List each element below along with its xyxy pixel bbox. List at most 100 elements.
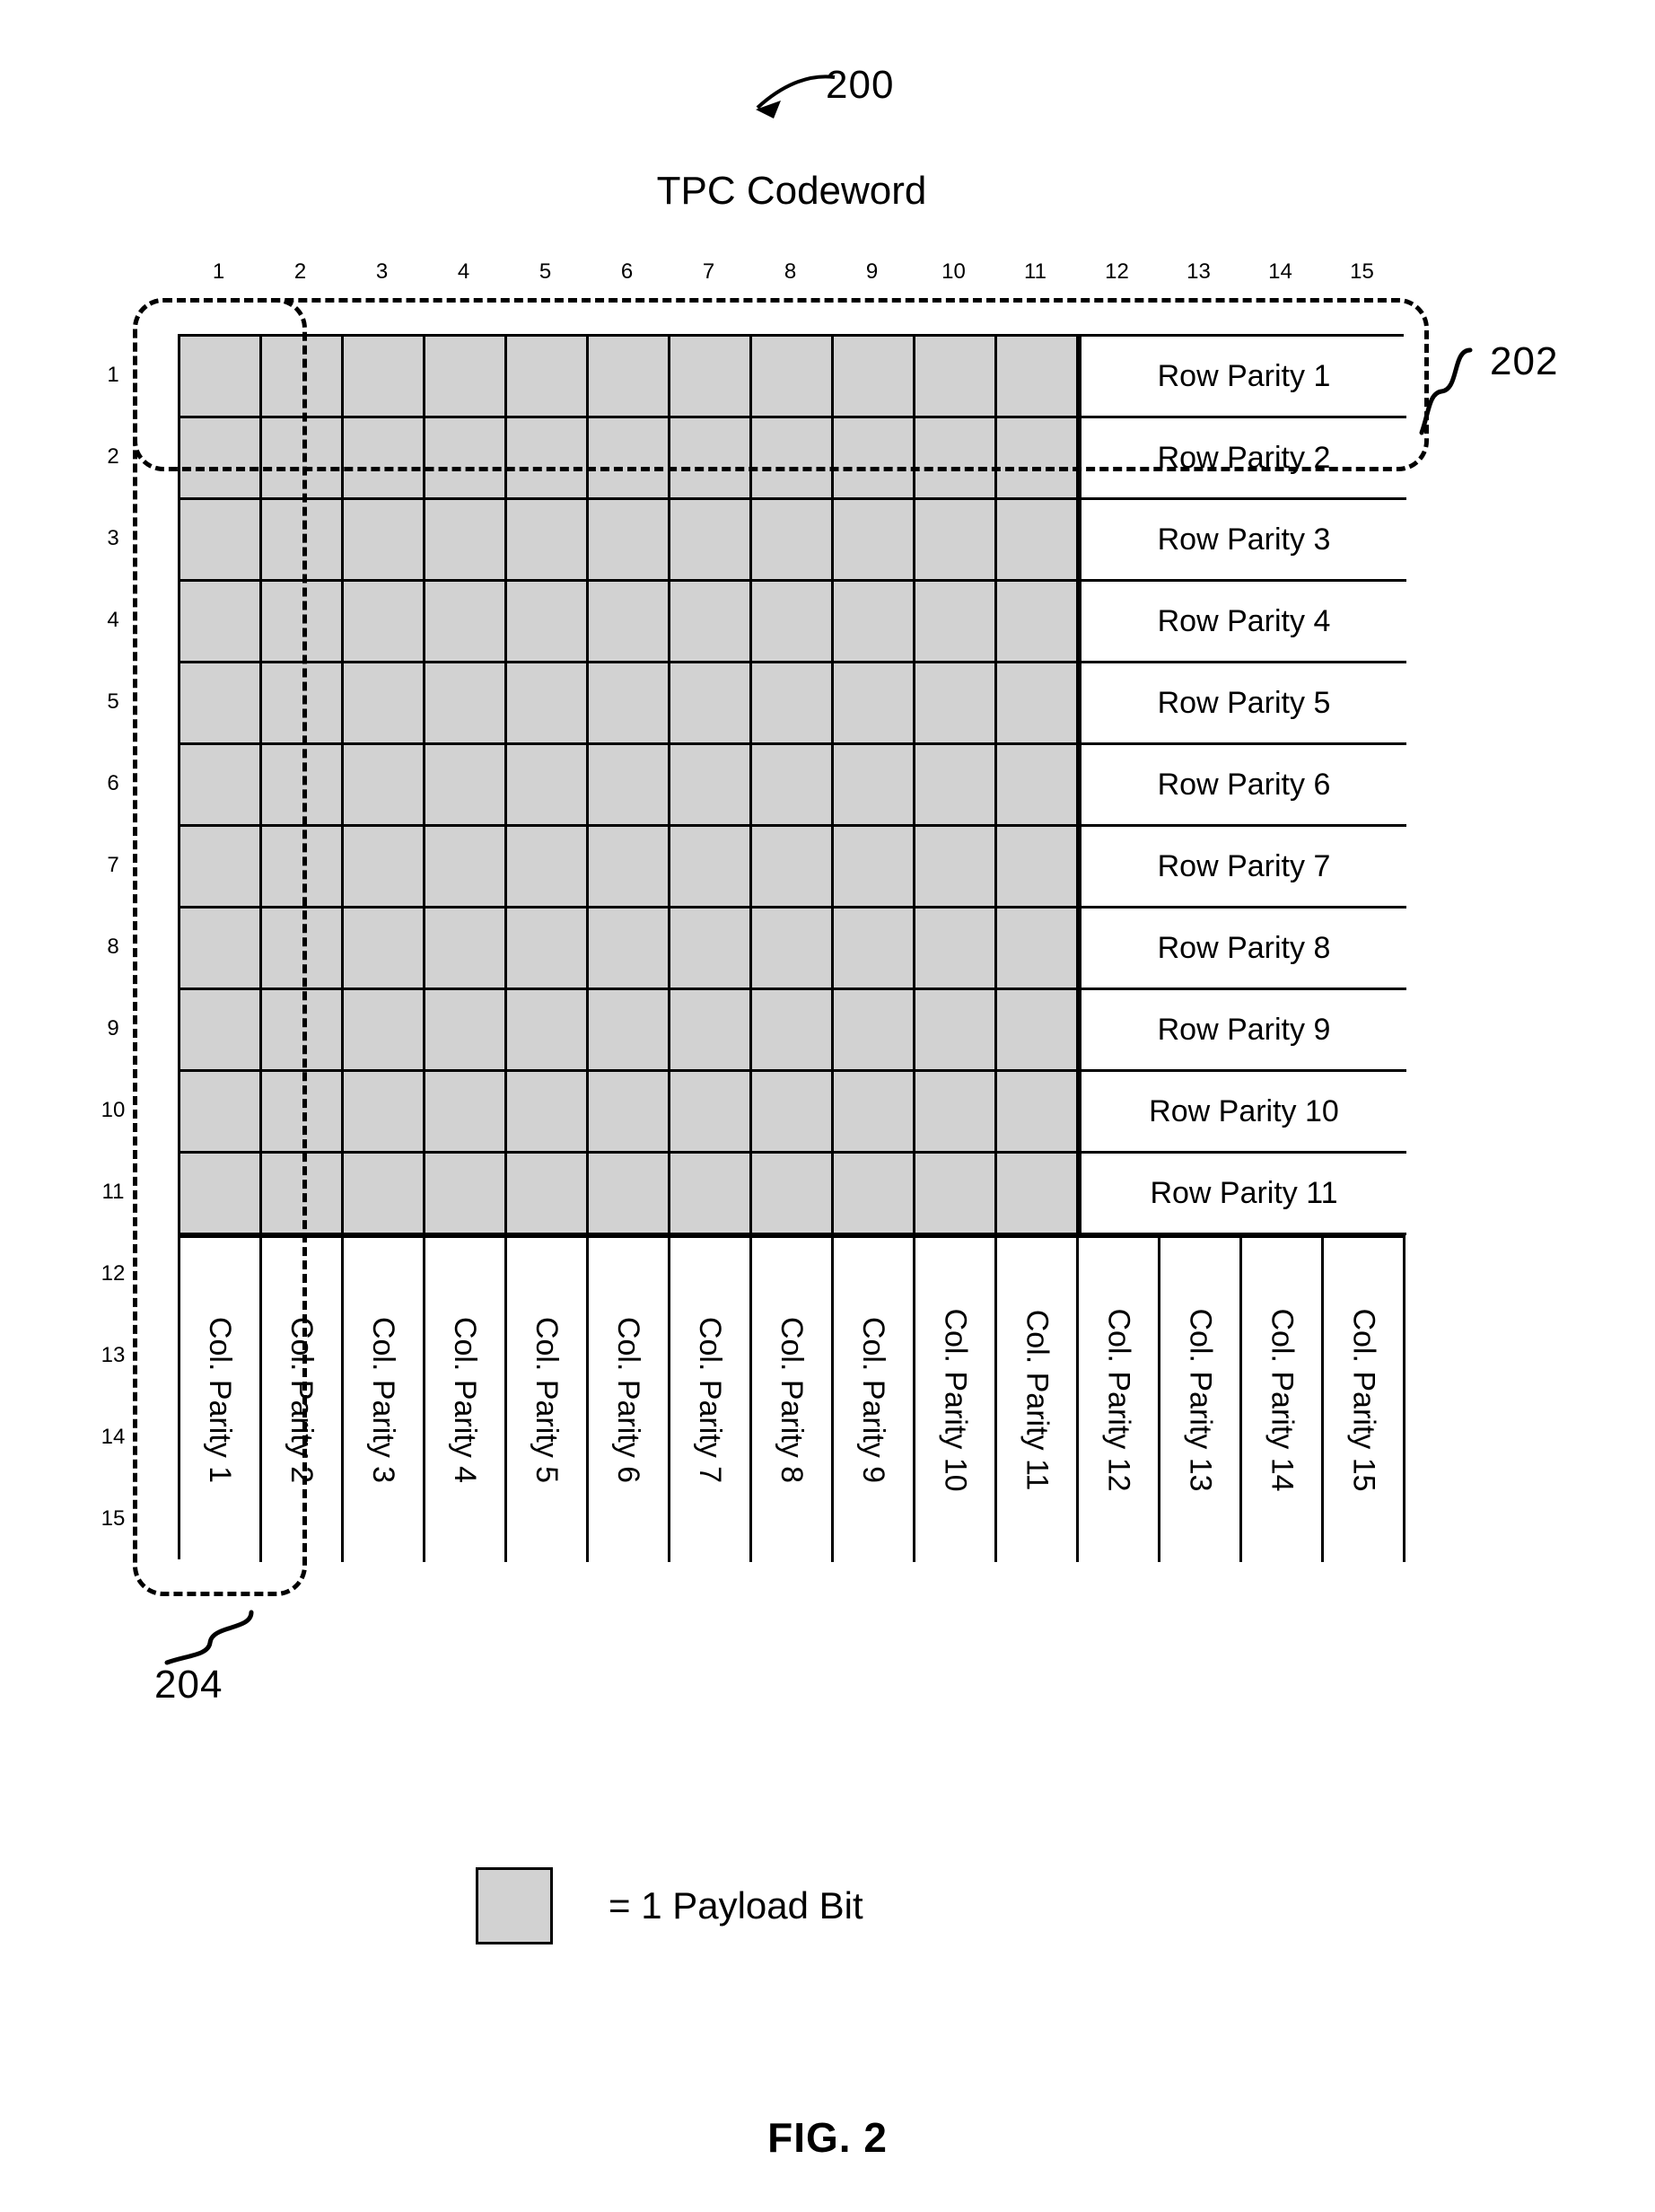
payload-bit-cell [752,500,834,582]
row-codeword-dashed-box [133,298,1429,471]
payload-bit-cell [344,500,425,582]
payload-bit-cell [834,1072,915,1154]
payload-bit-cell [589,908,670,990]
payload-bit-cell [997,582,1079,663]
row-parity-label: Row Parity 7 [1157,848,1331,883]
row-parity-label: Row Parity 4 [1157,603,1331,638]
row-header-6: 6 [107,771,119,795]
payload-bit-cell [344,582,425,663]
payload-bit-cell [915,663,997,745]
col-parity-label: Col. Parity 10 [938,1308,973,1492]
col-parity-cell: Col. Parity 11 [997,1235,1079,1562]
row-parity-cell: Row Parity 11 [1079,1154,1406,1235]
col-parity-cell: Col. Parity 15 [1324,1235,1405,1562]
column-header-7: 7 [702,259,715,284]
payload-bit-cell [915,1072,997,1154]
row-parity-cell: Row Parity 5 [1079,663,1406,745]
legend-label: = 1 Payload Bit [609,1884,863,1927]
col-parity-label: Col. Parity 13 [1183,1308,1218,1492]
payload-bit-cell [752,663,834,745]
payload-bit-cell [915,1154,997,1235]
row-header-3: 3 [107,526,119,550]
col-parity-cell: Col. Parity 13 [1160,1235,1242,1562]
payload-bit-cell [670,745,752,827]
payload-bit-cell [344,1154,425,1235]
reference-numeral-202: 202 [1490,339,1559,383]
payload-bit-cell [507,827,589,908]
payload-bit-cell [670,1072,752,1154]
payload-bit-cell [425,990,507,1072]
payload-bit-cell [425,1072,507,1154]
row-parity-label: Row Parity 11 [1150,1175,1338,1210]
payload-bit-cell [670,500,752,582]
row-parity-label: Row Parity 9 [1157,1012,1331,1047]
row-header-2: 2 [107,444,119,469]
figure-title-text: TPC Codeword [656,169,927,213]
col-parity-label: Col. Parity 3 [366,1316,401,1484]
payload-bit-cell [507,745,589,827]
column-header-15: 15 [1350,259,1374,284]
column-header-10: 10 [941,259,966,284]
col-parity-label: Col. Parity 4 [448,1316,483,1484]
payload-bit-cell [344,1072,425,1154]
payload-bit-cell [834,1154,915,1235]
column-header-11: 11 [1024,259,1046,284]
col-parity-label: Col. Parity 7 [693,1316,728,1484]
column-header-13: 13 [1187,259,1211,284]
row-parity-label: Row Parity 3 [1157,522,1331,557]
row-header-11: 11 [101,1180,125,1204]
row-header-5: 5 [107,689,119,714]
col-parity-cell: Col. Parity 14 [1242,1235,1324,1562]
col-parity-cell: Col. Parity 8 [752,1235,834,1562]
payload-bit-cell [589,745,670,827]
row-parity-label: Row Parity 10 [1149,1093,1339,1128]
col-parity-cell: Col. Parity 6 [589,1235,670,1562]
col-parity-cell: Col. Parity 9 [834,1235,915,1562]
payload-bit-cell [589,990,670,1072]
payload-bit-cell [344,990,425,1072]
payload-bit-cell [344,663,425,745]
payload-bit-cell [589,1154,670,1235]
tpc-codeword-grid: Row Parity 1 Row Parity 2 Row Parity 3 Row … [178,334,1406,1562]
payload-bit-cell [997,990,1079,1072]
payload-bit-cell [752,1154,834,1235]
payload-bit-cell [997,1072,1079,1154]
leader-curl-204 [160,1607,258,1670]
column-header-6: 6 [620,259,634,284]
row-header-14: 14 [101,1425,126,1449]
row-header-4: 4 [107,608,119,632]
col-parity-cell: Col. Parity 4 [425,1235,507,1562]
row-parity-label: Row Parity 6 [1157,767,1331,802]
column-header-5: 5 [539,259,552,284]
payload-bit-cell [834,663,915,745]
payload-bit-cell [344,827,425,908]
col-parity-label: Col. Parity 14 [1265,1308,1300,1492]
row-header-10: 10 [101,1098,126,1122]
payload-bit-cell [997,663,1079,745]
payload-bit-cell [425,663,507,745]
legend: = 1 Payload Bit [476,1867,863,1944]
payload-bit-cell [997,500,1079,582]
row-header-9: 9 [107,1016,119,1040]
row-header-column: 1 2 3 4 5 6 7 8 9 10 11 12 13 14 15 [88,334,138,1559]
payload-bit-cell [507,990,589,1072]
payload-bit-cell [507,500,589,582]
figure-title: TPC Codeword [0,169,1655,214]
payload-bit-cell [752,990,834,1072]
payload-bit-cell [834,582,915,663]
reference-numeral-200: 200 [826,63,895,107]
payload-bit-cell [589,1072,670,1154]
payload-bit-cell [507,582,589,663]
column-header-8: 8 [784,259,797,284]
column-header-row: 1 2 3 4 5 6 7 8 9 10 11 12 13 14 15 [178,259,1404,289]
payload-bit-cell [915,745,997,827]
reference-numeral-204: 204 [154,1663,223,1707]
column-header-4: 4 [457,259,470,284]
payload-bit-cell [344,745,425,827]
payload-bit-cell [425,908,507,990]
payload-bit-cell [589,663,670,745]
payload-bit-cell [834,908,915,990]
payload-bit-cell [997,827,1079,908]
col-parity-label: Col. Parity 5 [530,1316,565,1484]
payload-bit-cell [507,908,589,990]
